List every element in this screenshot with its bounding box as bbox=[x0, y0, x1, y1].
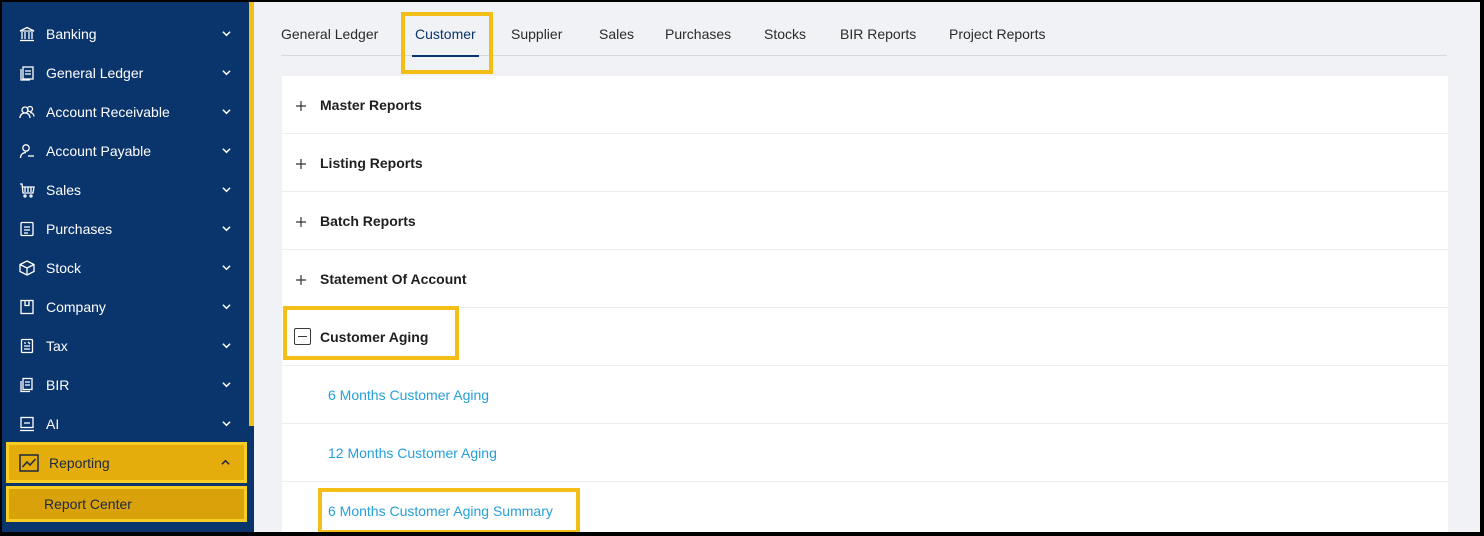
sidebar-subitem-report-center[interactable]: Report Center bbox=[6, 486, 247, 522]
reports-panel: Master Reports Listing Reports Batch Rep… bbox=[282, 76, 1448, 532]
report-link-label: 12 Months Customer Aging bbox=[328, 444, 497, 461]
tab-bir-reports[interactable]: BIR Reports bbox=[840, 26, 916, 42]
sidebar-item-label: Reporting bbox=[49, 454, 110, 471]
receivable-icon bbox=[18, 103, 36, 121]
chevron-up-icon bbox=[220, 458, 230, 468]
bir-icon bbox=[18, 376, 36, 394]
sidebar-item-label: General Ledger bbox=[46, 64, 144, 81]
aging-summary-highlight bbox=[318, 488, 580, 532]
plus-icon bbox=[295, 273, 307, 285]
tab-project-reports[interactable]: Project Reports bbox=[949, 26, 1045, 42]
section-title: Statement Of Account bbox=[320, 270, 467, 287]
chevron-down-icon bbox=[221, 146, 231, 156]
sidebar-item-purchases[interactable]: Purchases bbox=[2, 209, 249, 248]
payable-icon bbox=[18, 142, 36, 160]
sidebar-item-label: Stock bbox=[46, 259, 82, 276]
sidebar-item-label: BIR bbox=[46, 376, 70, 393]
section-master-reports[interactable]: Master Reports bbox=[282, 76, 1448, 134]
sidebar-item-label: Tax bbox=[46, 337, 68, 354]
section-title: Listing Reports bbox=[320, 154, 423, 171]
sidebar-item-label: Account Receivable bbox=[46, 103, 170, 120]
sidebar-item-sales[interactable]: Sales bbox=[2, 170, 249, 209]
section-listing-reports[interactable]: Listing Reports bbox=[282, 134, 1448, 192]
tab-stocks[interactable]: Stocks bbox=[764, 26, 806, 42]
company-icon bbox=[18, 298, 36, 316]
sidebar-item-account-payable[interactable]: Account Payable bbox=[2, 131, 249, 170]
chevron-down-icon bbox=[221, 263, 231, 273]
tab-sales[interactable]: Sales bbox=[599, 26, 634, 42]
sidebar-item-label: AI bbox=[46, 415, 60, 432]
chevron-down-icon bbox=[221, 380, 231, 390]
plus-icon bbox=[295, 157, 307, 169]
link-12-months-customer-aging[interactable]: 12 Months Customer Aging bbox=[282, 424, 1448, 482]
tax-icon bbox=[18, 337, 36, 355]
chevron-down-icon bbox=[221, 224, 231, 234]
section-batch-reports[interactable]: Batch Reports bbox=[282, 192, 1448, 250]
tab-purchases[interactable]: Purchases bbox=[665, 26, 731, 42]
section-title: Master Reports bbox=[320, 96, 422, 113]
main-content: General Ledger Customer Supplier Sales P… bbox=[254, 2, 1480, 532]
section-title: Batch Reports bbox=[320, 212, 416, 229]
tab-supplier[interactable]: Supplier bbox=[511, 26, 562, 42]
sidebar-item-stock[interactable]: Stock bbox=[2, 248, 249, 287]
customer-aging-highlight bbox=[283, 306, 459, 360]
sidebar-item-banking[interactable]: Banking bbox=[2, 14, 249, 53]
sidebar-item-account-receivable[interactable]: Account Receivable bbox=[2, 92, 249, 131]
plus-icon bbox=[295, 99, 307, 111]
link-6-months-customer-aging[interactable]: 6 Months Customer Aging bbox=[282, 366, 1448, 424]
sidebar-item-label: Company bbox=[46, 298, 106, 315]
sidebar-item-label: Purchases bbox=[46, 220, 113, 237]
box-icon bbox=[18, 259, 36, 277]
chevron-down-icon bbox=[221, 419, 231, 429]
chevron-down-icon bbox=[221, 29, 231, 39]
plus-icon bbox=[295, 215, 307, 227]
ai-icon bbox=[18, 415, 36, 433]
chevron-down-icon bbox=[221, 185, 231, 195]
chart-line-icon bbox=[19, 453, 39, 472]
sidebar-item-bir[interactable]: BIR bbox=[2, 365, 249, 404]
sidebar: Banking General Ledger Account Receivabl… bbox=[2, 2, 254, 532]
chevron-down-icon bbox=[221, 341, 231, 351]
sidebar-item-label: Sales bbox=[46, 181, 82, 198]
sidebar-item-reporting[interactable]: Reporting bbox=[6, 442, 247, 483]
report-link-label: 6 Months Customer Aging bbox=[328, 386, 490, 403]
sidebar-item-general-ledger[interactable]: General Ledger bbox=[2, 53, 249, 92]
sidebar-item-label: Banking bbox=[46, 25, 97, 42]
app-window: Banking General Ledger Account Receivabl… bbox=[2, 2, 1480, 532]
sidebar-item-ai[interactable]: AI bbox=[2, 404, 249, 443]
sidebar-item-company[interactable]: Company bbox=[2, 287, 249, 326]
section-statement-of-account[interactable]: Statement Of Account bbox=[282, 250, 1448, 308]
ledger-icon bbox=[18, 64, 36, 82]
chevron-down-icon bbox=[221, 302, 231, 312]
sidebar-item-tax[interactable]: Tax bbox=[2, 326, 249, 365]
tab-customer-highlight bbox=[401, 12, 493, 74]
tab-general-ledger[interactable]: General Ledger bbox=[281, 26, 378, 42]
chevron-down-icon bbox=[221, 68, 231, 78]
chevron-down-icon bbox=[221, 107, 231, 117]
purchases-icon bbox=[18, 220, 36, 238]
bank-icon bbox=[18, 25, 36, 43]
cart-icon bbox=[18, 181, 36, 199]
sidebar-item-label: Account Payable bbox=[46, 142, 152, 159]
